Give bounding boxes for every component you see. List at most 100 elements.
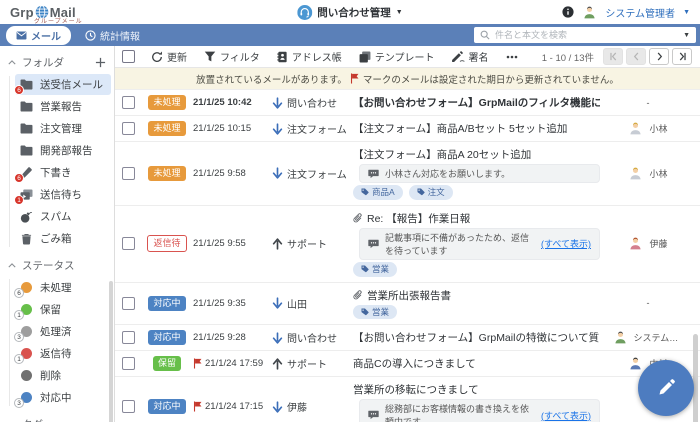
status-dot-wrap: 3 xyxy=(14,391,33,408)
sidebar-folder-item[interactable]: 注文管理 xyxy=(15,118,111,139)
count-badge: 3 xyxy=(14,398,24,408)
mail-toolbar: 更新 フィルタ アドレス帳 テンプレート 署名 1 - 10 / 13件 xyxy=(115,46,700,68)
mail-row[interactable]: 返信待 21/1/25 9:55 サポート Re: 【報告】作業日報 記載事項に… xyxy=(115,205,700,283)
tags-section-header[interactable]: タグ xyxy=(0,412,114,422)
assignee-avatar xyxy=(628,236,643,251)
flag-icon xyxy=(193,401,203,412)
sidebar-status-item[interactable]: 6 未処理 xyxy=(14,277,111,298)
status-section-header[interactable]: ステータス xyxy=(0,253,114,277)
toolbar-button[interactable]: 更新 xyxy=(151,49,187,64)
tag-pill[interactable]: 注文 xyxy=(408,185,453,200)
status-dot-wrap: 1 xyxy=(14,303,33,320)
bomb-icon xyxy=(20,211,32,223)
last-page-button[interactable] xyxy=(672,48,692,65)
status-badge-col: 対応中 xyxy=(145,399,189,415)
row-checkbox[interactable] xyxy=(122,331,135,345)
add-folder-icon[interactable] xyxy=(95,57,106,68)
row-checkbox[interactable] xyxy=(122,237,135,251)
folder-icon-wrap xyxy=(19,232,33,245)
toolbar-button-label: テンプレート xyxy=(374,53,435,64)
global-search-input[interactable] xyxy=(495,30,679,40)
sidebar-status-item[interactable]: 3 対応中 xyxy=(14,387,111,408)
user-name[interactable]: システム管理者 xyxy=(605,5,675,20)
row-checkbox[interactable] xyxy=(122,357,135,371)
row-checkbox[interactable] xyxy=(122,96,135,109)
toolbar-button[interactable]: フィルタ xyxy=(204,49,260,64)
speech-bubble-icon xyxy=(368,410,379,420)
mail-row[interactable]: 対応中 21/1/24 17:15 伊藤 営業所の移転につきまして 総務部にお客… xyxy=(115,377,700,422)
app-menu-label: 問い合わせ管理 xyxy=(317,6,391,19)
date-cell: 21/1/25 9:58 xyxy=(193,168,267,179)
assignee-cell: 小林 xyxy=(606,166,690,181)
tab-mail[interactable]: メール xyxy=(6,25,71,45)
sidebar-folder-item[interactable]: 6 下書き xyxy=(14,162,111,183)
tag-pill[interactable]: 営業 xyxy=(353,304,398,320)
sidebar-folder-item[interactable]: 6 送受信メール xyxy=(14,74,111,95)
mail-from: 注文フォーム xyxy=(287,169,347,181)
mail-row[interactable]: 未処理 21/1/25 10:42 問い合わせ 【お問い合わせフォーム】GrpM… xyxy=(115,90,700,116)
status-badge-col: 未処理 xyxy=(145,165,189,181)
folders-section-title: フォルダ xyxy=(22,57,64,69)
mail-subject: Re: 【報告】作業日報 xyxy=(367,212,471,225)
user-avatar[interactable] xyxy=(582,5,597,20)
app-menu-dropdown[interactable]: 問い合わせ管理 ▼ xyxy=(297,4,403,20)
subject-col: 商品Cの導入につきまして xyxy=(353,354,606,373)
toolbar-button[interactable]: アドレス帳 xyxy=(277,49,342,64)
mail-row[interactable]: 未処理 21/1/25 10:15 注文フォーム 【注文フォーム】商品A/Bセッ… xyxy=(115,116,700,142)
compose-fab[interactable] xyxy=(638,360,694,416)
prev-page-button[interactable] xyxy=(626,48,646,65)
subject-col: 営業所の移転につきまして 総務部にお客様情報の書き換えを依頼中です (すべて表示… xyxy=(353,380,606,422)
last-page-icon xyxy=(678,52,687,61)
select-all-checkbox[interactable] xyxy=(122,50,135,63)
mail-row[interactable]: 対応中 21/1/25 9:28 問い合わせ 【お問い合わせフォーム】GrpMa… xyxy=(115,325,700,352)
status-badge: 保留 xyxy=(152,356,181,372)
toolbar-button[interactable] xyxy=(506,55,518,59)
tab-mail-label: メール xyxy=(31,31,61,43)
chevron-down-icon[interactable]: ▼ xyxy=(683,9,690,16)
row-checkbox[interactable] xyxy=(122,166,135,180)
toolbar-button[interactable]: テンプレート xyxy=(359,49,435,64)
first-page-icon xyxy=(609,52,618,61)
sidebar-folder-item[interactable]: ごみ箱 xyxy=(15,228,111,249)
status-badge: 対応中 xyxy=(148,399,186,415)
mail-subject: 営業所出張報告書 xyxy=(367,289,451,302)
sidebar-status-item[interactable]: 3 処理済 xyxy=(14,321,111,342)
status-dot-wrap: 3 xyxy=(14,325,33,342)
tag-pill-label: 営業 xyxy=(372,263,390,274)
status-badge: 対応中 xyxy=(148,330,186,346)
row-checkbox[interactable] xyxy=(122,400,135,414)
sidebar-status-item[interactable]: 削除 xyxy=(15,365,111,386)
chevron-down-icon[interactable]: ▼ xyxy=(683,32,690,39)
next-page-button[interactable] xyxy=(649,48,669,65)
arrow-down-icon xyxy=(269,96,285,109)
status-label: 返信待 xyxy=(40,348,72,360)
sidebar-folder-item[interactable]: 1 送信待ち xyxy=(14,184,111,205)
sidebar-status-item[interactable]: 1 返信待 xyxy=(14,343,111,364)
toolbar-button[interactable]: 署名 xyxy=(451,49,489,64)
show-all-link[interactable]: (すべて表示) xyxy=(541,237,591,250)
global-search-box[interactable]: ▼ xyxy=(474,27,696,43)
row-checkbox[interactable] xyxy=(122,296,135,310)
tag-pill[interactable]: 営業 xyxy=(353,261,398,277)
sidebar-status-item[interactable]: 1 保留 xyxy=(14,299,111,320)
tag-pill[interactable]: 商品A xyxy=(353,185,403,200)
first-page-button[interactable] xyxy=(603,48,623,65)
compose-pencil-icon xyxy=(655,377,677,399)
sidebar-folder-item[interactable]: 開発部報告 xyxy=(15,140,111,161)
mail-row[interactable]: 保留 21/1/24 17:59 サポート 商品Cの導入につきまして 中村 xyxy=(115,351,700,378)
subject-line: 営業所の移転につきまして xyxy=(353,382,600,397)
info-icon[interactable] xyxy=(562,6,574,18)
assignee-avatar xyxy=(628,166,643,181)
mail-list-scrollbar[interactable] xyxy=(693,334,698,422)
mail-row[interactable]: 未処理 21/1/25 9:58 注文フォーム 【注文フォーム】商品A 20セッ… xyxy=(115,142,700,206)
sidebar-folder-item[interactable]: スパム xyxy=(15,206,111,227)
row-checkbox[interactable] xyxy=(122,122,135,135)
sidebar-folder-item[interactable]: 営業報告 xyxy=(15,96,111,117)
mail-row[interactable]: 対応中 21/1/25 9:35 山田 営業所出張報告書 営業 - xyxy=(115,282,700,326)
status-dot-wrap xyxy=(19,369,33,382)
folders-section-header[interactable]: フォルダ xyxy=(0,50,114,74)
tab-stats[interactable]: 統計情報 xyxy=(85,28,140,43)
sidebar-scrollbar[interactable] xyxy=(109,281,113,422)
count-badge: 6 xyxy=(14,288,24,298)
show-all-link[interactable]: (すべて表示) xyxy=(541,409,591,422)
